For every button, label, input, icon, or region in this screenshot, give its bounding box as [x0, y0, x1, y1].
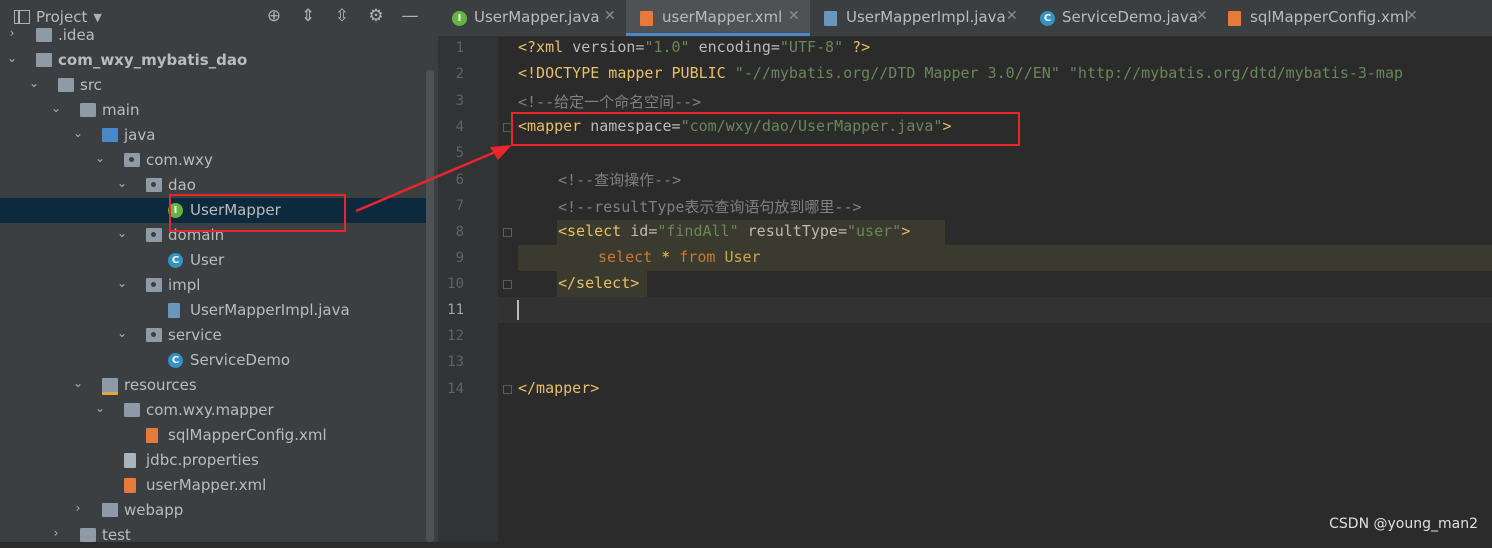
annotation-arrow-icon: [355, 145, 512, 213]
watermark: CSDN @young_man2: [1329, 516, 1478, 532]
